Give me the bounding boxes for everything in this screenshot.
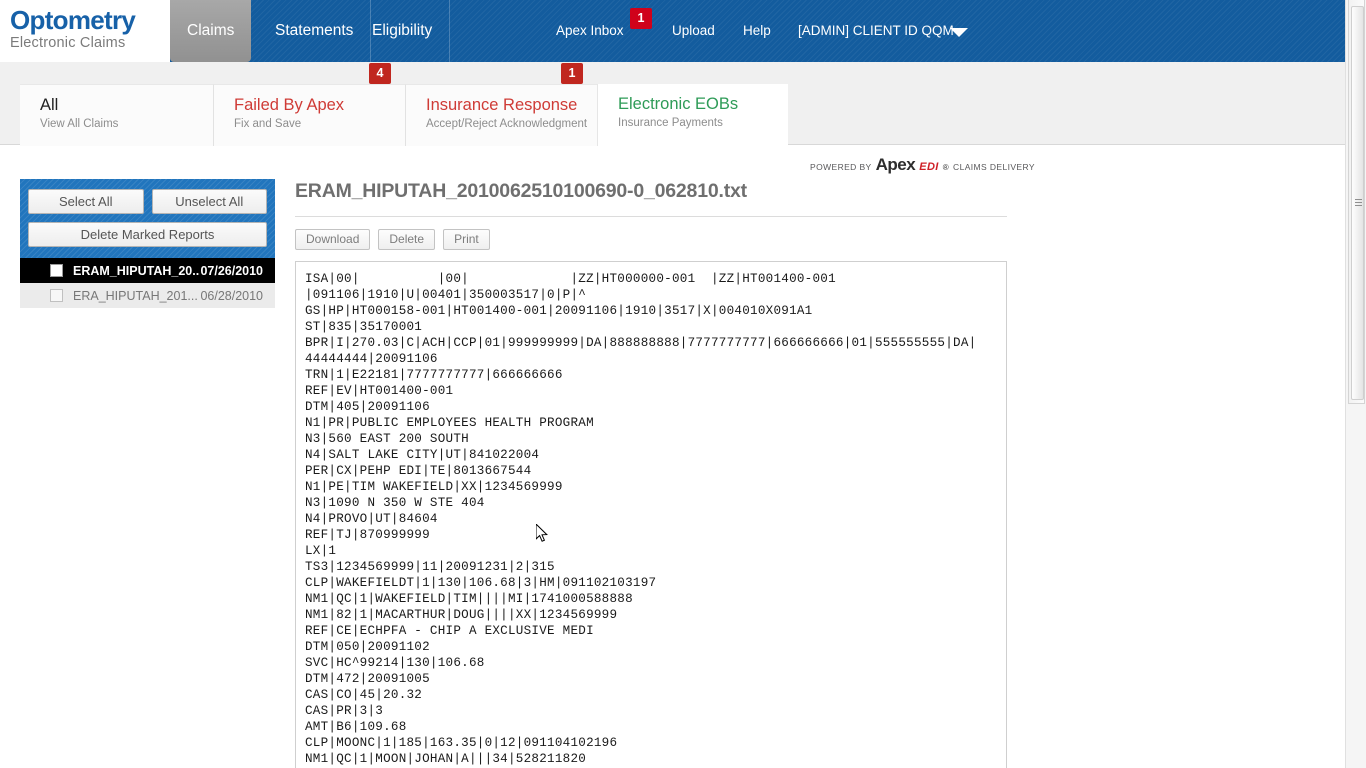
subtab-failed-subtitle: Fix and Save bbox=[234, 118, 302, 130]
nav-tab-eligibility[interactable]: Eligibility bbox=[355, 0, 451, 62]
report-list-item[interactable]: ERAM_HIPUTAH_20... 07/26/2010 bbox=[20, 258, 275, 283]
logo-primary-text: Optometry bbox=[10, 5, 136, 35]
document-title: ERAM_HIPUTAH_2010062510100690-0_062810.t… bbox=[295, 180, 1007, 217]
edi-wordmark: EDI bbox=[919, 161, 939, 173]
subtab-failed-badge: 4 bbox=[369, 63, 391, 84]
report-checkbox[interactable] bbox=[50, 289, 63, 302]
document-action-bar: Download Delete Print bbox=[295, 229, 1007, 250]
report-date: 06/28/2010 bbox=[200, 288, 263, 303]
download-button[interactable]: Download bbox=[295, 229, 371, 250]
page-scrollbar[interactable] bbox=[1345, 0, 1366, 768]
reports-sidebar-toolbar: Select All Unselect All Delete Marked Re… bbox=[20, 179, 275, 258]
subtab-all[interactable]: All View All Claims bbox=[20, 84, 213, 146]
nav-tab-statements-label: Statements bbox=[275, 22, 354, 39]
subtab-insurance-title: Insurance Response bbox=[426, 96, 578, 114]
link-upload-label: Upload bbox=[672, 23, 715, 38]
claims-subtab-bar: All View All Claims 4 Failed By Apex Fix… bbox=[0, 62, 1345, 146]
report-name: ERAM_HIPUTAH_20... bbox=[73, 263, 201, 278]
registered-mark-icon: ® bbox=[942, 163, 950, 172]
subtab-insurance-badge: 1 bbox=[561, 63, 583, 84]
edi-text-viewer[interactable]: ISA|00| |00| |ZZ|HT000000-001 |ZZ|HT0014… bbox=[295, 261, 1007, 768]
select-all-button[interactable]: Select All bbox=[28, 189, 144, 214]
subtab-insurance-subtitle: Accept/Reject Acknowledgment bbox=[426, 118, 588, 130]
link-help-label: Help bbox=[743, 23, 771, 38]
nav-tab-eligibility-label: Eligibility bbox=[372, 22, 433, 39]
subtab-failed-title: Failed By Apex bbox=[234, 96, 345, 114]
subtab-all-subtitle: View All Claims bbox=[40, 118, 119, 130]
document-panel: ERAM_HIPUTAH_2010062510100690-0_062810.t… bbox=[295, 180, 1007, 768]
page-root: Optometry Electronic Claims Claims State… bbox=[0, 0, 1366, 768]
subtab-electronic-eobs[interactable]: Electronic EOBs Insurance Payments bbox=[597, 84, 788, 146]
subtab-eobs-subtitle: Insurance Payments bbox=[618, 117, 723, 129]
link-apex-inbox[interactable]: Apex Inbox bbox=[556, 0, 624, 62]
unselect-all-button[interactable]: Unselect All bbox=[151, 189, 267, 214]
delete-marked-reports-button[interactable]: Delete Marked Reports bbox=[28, 222, 267, 247]
delete-button[interactable]: Delete bbox=[378, 229, 436, 250]
powered-by-prefix: POWERED BY bbox=[810, 162, 872, 172]
report-date: 07/26/2010 bbox=[200, 263, 263, 278]
link-client-account-label: [ADMIN] CLIENT ID QQM bbox=[798, 23, 954, 38]
nav-tab-claims-label: Claims bbox=[187, 22, 235, 39]
powered-by-apex-logo: POWERED BY Apex EDI ® CLAIMS DELIVERY bbox=[810, 155, 1035, 175]
report-checkbox[interactable] bbox=[50, 264, 63, 277]
select-buttons-row: Select All Unselect All bbox=[28, 189, 267, 214]
app-logo[interactable]: Optometry Electronic Claims bbox=[0, 0, 170, 62]
reports-sidebar: Select All Unselect All Delete Marked Re… bbox=[20, 179, 275, 308]
link-upload[interactable]: Upload bbox=[672, 0, 715, 62]
link-apex-inbox-label: Apex Inbox bbox=[556, 23, 624, 38]
subtab-eobs-title: Electronic EOBs bbox=[618, 95, 739, 113]
subtab-insurance-response[interactable]: 1 Insurance Response Accept/Reject Ackno… bbox=[405, 63, 597, 146]
report-list: ERAM_HIPUTAH_20... 07/26/2010 ERA_HIPUTA… bbox=[20, 258, 275, 308]
apex-inbox-badge: 1 bbox=[630, 8, 652, 29]
scrollbar-grip-icon bbox=[1355, 199, 1362, 206]
link-client-account[interactable]: [ADMIN] CLIENT ID QQM bbox=[798, 0, 954, 62]
chevron-down-icon[interactable] bbox=[950, 28, 968, 37]
edi-raw-content: ISA|00| |00| |ZZ|HT000000-001 |ZZ|HT0014… bbox=[305, 272, 977, 766]
scrollbar-track[interactable] bbox=[1348, 0, 1365, 404]
print-button[interactable]: Print bbox=[443, 229, 490, 250]
top-header-bar: Optometry Electronic Claims Claims State… bbox=[0, 0, 1345, 62]
apex-wordmark: Apex bbox=[875, 155, 916, 174]
subtab-failed-by-apex[interactable]: 4 Failed By Apex Fix and Save bbox=[213, 63, 405, 146]
report-name: ERA_HIPUTAH_201... bbox=[73, 288, 198, 303]
report-list-item[interactable]: ERA_HIPUTAH_201... 06/28/2010 bbox=[20, 283, 275, 308]
logo-secondary-text: Electronic Claims bbox=[10, 35, 126, 51]
app-viewport: Optometry Electronic Claims Claims State… bbox=[0, 0, 1345, 768]
powered-by-suffix: CLAIMS DELIVERY bbox=[953, 162, 1035, 172]
subtab-all-title: All bbox=[40, 96, 59, 114]
link-help[interactable]: Help bbox=[743, 0, 771, 62]
scrollbar-thumb[interactable] bbox=[1351, 6, 1364, 400]
nav-tab-claims[interactable]: Claims bbox=[170, 0, 252, 62]
